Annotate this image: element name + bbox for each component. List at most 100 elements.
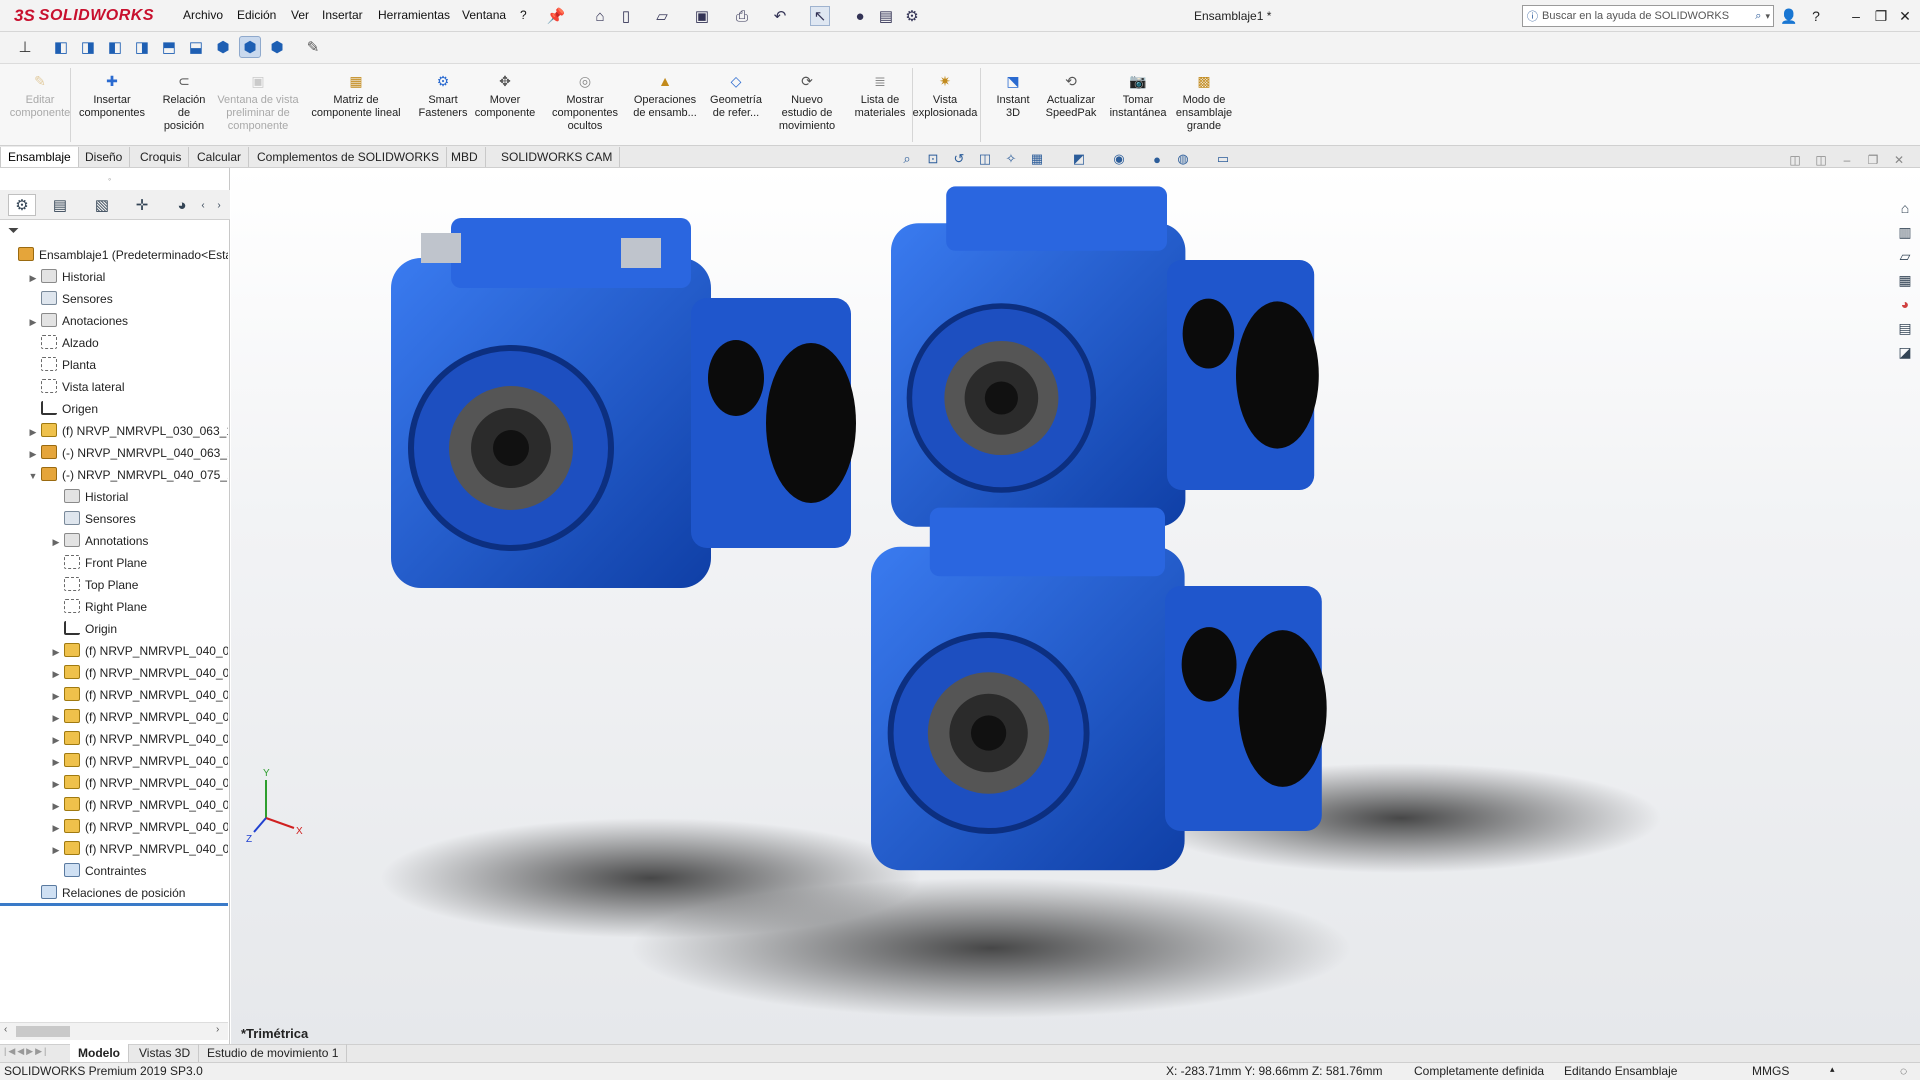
menu-archivo[interactable]: Archivo — [183, 8, 223, 22]
tree-node[interactable]: Top Plane — [0, 574, 228, 596]
file-properties-icon[interactable]: ▤ — [876, 6, 896, 26]
expand-arrow-icon[interactable]: ▶ — [50, 795, 62, 816]
expand-arrow-icon[interactable]: ▶ — [27, 443, 39, 464]
tree-node[interactable]: ▶ (f) NRVP_NMRVPL_040_075_1 — [0, 684, 228, 706]
tree-node[interactable]: ▶ (f) NRVP_NMRVPL_040_075_1 — [0, 794, 228, 816]
tree-node[interactable]: Sensores — [0, 508, 228, 530]
menu-ver[interactable]: Ver — [291, 8, 309, 22]
left-view-icon[interactable]: ◧ — [104, 36, 126, 58]
hide-show-items-icon[interactable]: ◉ — [1109, 150, 1129, 168]
dimxpert-tab-icon[interactable]: ✛ — [128, 194, 156, 216]
help-question-icon[interactable]: ? — [1805, 5, 1827, 27]
expand-arrow-icon[interactable]: ▶ — [50, 839, 62, 860]
zoom-area-icon[interactable]: ⊡ — [923, 150, 943, 168]
front-view-icon[interactable]: ◧ — [50, 36, 72, 58]
cmd-nuevo-estudio-movimiento-button[interactable]: ⟳ Nuevo estudio de movimiento — [776, 70, 838, 142]
unit-system[interactable]: MMGS — [1752, 1064, 1789, 1078]
view-palette-icon[interactable]: ▦ — [1894, 270, 1916, 290]
cmd-matriz-componente-lineal-button[interactable]: ▦ Matriz de componente lineal — [308, 70, 404, 142]
bottom-view-icon[interactable]: ⬓ — [185, 36, 207, 58]
expand-arrow-icon[interactable]: ▶ — [50, 729, 62, 750]
expand-arrow-icon[interactable]: ▶ — [50, 685, 62, 706]
pin-icon[interactable]: 📌 — [546, 6, 566, 26]
tab-vistas-3d[interactable]: Vistas 3D — [131, 1044, 200, 1062]
model-viewport[interactable]: Y X Z — [231, 168, 1920, 1044]
tree-node[interactable]: Ensamblaje1 (Predeterminado<Estado — [0, 244, 228, 266]
cmd-actualizar-speedpak-button[interactable]: ⟲ Actualizar SpeedPak — [1042, 70, 1100, 142]
right-view-icon[interactable]: ◨ — [131, 36, 153, 58]
panel-splitter-handle[interactable]: ◦ — [108, 174, 111, 184]
new-document-icon[interactable]: ▯ — [616, 6, 636, 26]
zoom-to-fit-icon[interactable]: ⌕ — [897, 150, 917, 168]
tree-node[interactable]: ▶ (f) NRVP_NMRVPL_040_075_1 — [0, 662, 228, 684]
cmd-geometria-referencia-button[interactable]: ◇ Geometría de refer... — [706, 70, 766, 142]
tree-node[interactable]: Origen — [0, 398, 228, 420]
search-icon[interactable]: ⌕ — [1755, 10, 1761, 23]
scroll-right-icon[interactable]: › — [216, 1024, 219, 1035]
units-dropdown-icon[interactable]: ▴ — [1830, 1064, 1835, 1075]
edit-appearance-icon[interactable]: ● — [1147, 150, 1167, 168]
appearances-scenes-icon[interactable]: ◕ — [1894, 294, 1916, 314]
apply-scene-icon[interactable]: ◍ — [1173, 150, 1193, 168]
restore-window-icon[interactable]: ❐ — [1870, 5, 1892, 27]
expand-arrow-icon[interactable]: ▼ — [27, 465, 39, 486]
expand-arrow-icon[interactable]: ▶ — [50, 751, 62, 772]
tab-ensamblaje[interactable]: Ensamblaje — [0, 147, 79, 167]
file-explorer-icon[interactable]: ▱ — [1894, 246, 1916, 266]
open-folder-icon[interactable]: ▱ — [652, 6, 672, 26]
menu-edicion[interactable]: Edición — [237, 8, 276, 22]
tree-node[interactable]: ▶ Annotations — [0, 530, 228, 552]
gearbox-model-left[interactable] — [391, 218, 856, 588]
expand-arrow-icon[interactable]: ▶ — [27, 267, 39, 288]
tree-node[interactable]: ▶ Anotaciones — [0, 310, 228, 332]
tree-node[interactable]: Front Plane — [0, 552, 228, 574]
tabs-scroll-left-icon[interactable]: ‹ — [196, 194, 210, 216]
tree-node[interactable]: ▶ (f) NRVP_NMRVPL_030_063_100_ — [0, 420, 228, 442]
isometric-view-icon[interactable]: ⬢ — [212, 36, 234, 58]
help-search-input[interactable]: ⓘ Buscar en la ayuda de SOLIDWORKS ⌕ ▾ — [1522, 5, 1774, 27]
expand-arrow-icon[interactable]: ▶ — [50, 641, 62, 662]
tabs-scroll-right-icon[interactable]: › — [212, 194, 226, 216]
solidworks-logo[interactable]: 3S SOLIDWORKS — [14, 4, 154, 28]
back-view-icon[interactable]: ◨ — [77, 36, 99, 58]
tab-croquis[interactable]: Croquis — [133, 147, 190, 167]
expand-arrow-icon[interactable]: ▶ — [50, 707, 62, 728]
tree-node[interactable]: ▶ (f) NRVP_NMRVPL_040_075_1 — [0, 706, 228, 728]
previous-view-icon[interactable]: ↺ — [949, 150, 969, 168]
scrollbar-thumb[interactable] — [16, 1026, 70, 1037]
gearbox-model-right[interactable] — [891, 186, 1319, 527]
filter-icon[interactable]: ⏷ — [8, 222, 19, 239]
sketch-pencil-icon[interactable]: ✎ — [302, 36, 324, 58]
expand-arrow-icon[interactable]: ▶ — [50, 773, 62, 794]
menu-help[interactable]: ? — [520, 8, 527, 22]
custom-properties-icon[interactable]: ▤ — [1894, 318, 1916, 338]
tab-complementos[interactable]: Complementos de SOLIDWORKS — [250, 147, 448, 167]
tree-node[interactable]: ▶ (f) NRVP_NMRVPL_040_075_1 — [0, 750, 228, 772]
expand-arrow-icon[interactable]: ▶ — [50, 531, 62, 552]
tree-node[interactable]: Alzado — [0, 332, 228, 354]
cmd-mostrar-componentes-ocultos-button[interactable]: ◎ Mostrar componentes ocultos — [550, 70, 620, 142]
viewport-tile-left-icon[interactable]: ◫ — [1786, 152, 1804, 168]
top-view-icon[interactable]: ⬒ — [158, 36, 180, 58]
tab-mbd[interactable]: MBD — [444, 147, 486, 167]
expand-arrow-icon[interactable]: ▶ — [27, 421, 39, 442]
tree-node[interactable]: ▶ Historial — [0, 266, 228, 288]
tree-node[interactable]: Relaciones de posición — [0, 882, 228, 904]
normal-to-icon[interactable]: ⊥ — [14, 36, 36, 58]
cmd-modo-ensamblaje-grande-button[interactable]: ▩ Modo de ensamblaje grande — [1176, 70, 1232, 142]
cmd-operaciones-ensamblaje-button[interactable]: ▲ Operaciones de ensamb... — [630, 70, 700, 142]
viewport-tile-right-icon[interactable]: ◫ — [1812, 152, 1830, 168]
tree-node[interactable]: Vista lateral — [0, 376, 228, 398]
menu-herramientas[interactable]: Herramientas — [378, 8, 450, 22]
undo-icon[interactable]: ↶ — [770, 6, 790, 26]
options-gear-icon[interactable]: ⚙ — [902, 6, 922, 26]
tree-node[interactable]: Planta — [0, 354, 228, 376]
menu-ventana[interactable]: Ventana — [462, 8, 506, 22]
tab-diseno[interactable]: Diseño — [78, 147, 131, 167]
scroll-left-icon[interactable]: ‹ — [4, 1024, 7, 1035]
close-window-icon[interactable]: ✕ — [1894, 5, 1916, 27]
feature-manager-tab-icon[interactable]: ⚙ — [8, 194, 36, 216]
tree-node[interactable]: ▶ (f) NRVP_NMRVPL_040_075_1 — [0, 640, 228, 662]
display-style-icon[interactable]: ◩ — [1069, 150, 1089, 168]
design-library-icon[interactable]: ▥ — [1894, 222, 1916, 242]
